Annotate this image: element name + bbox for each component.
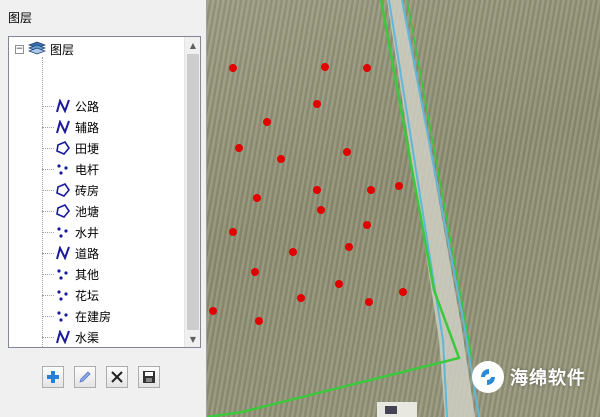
- survey-point: [343, 148, 351, 156]
- layer-item[interactable]: 道路: [42, 243, 99, 263]
- save-layer-button[interactable]: [138, 366, 160, 388]
- layers-stack-icon: [27, 41, 47, 58]
- delete-layer-button[interactable]: [106, 366, 128, 388]
- layer-item[interactable]: 其他: [42, 264, 99, 284]
- panel-title: 图层: [8, 11, 33, 25]
- survey-point: [253, 194, 261, 202]
- survey-point: [277, 155, 285, 163]
- layer-label: 砖房: [75, 183, 100, 198]
- survey-point: [229, 228, 237, 236]
- line-layer-icon: [56, 120, 70, 134]
- layer-toolbar: [42, 366, 160, 388]
- layer-tree-root[interactable]: − 图层: [15, 40, 74, 59]
- layer-item[interactable]: 辅路: [42, 117, 99, 137]
- building-window: [385, 406, 397, 414]
- layer-item[interactable]: 花坛: [42, 285, 99, 305]
- layer-label: 公路: [75, 99, 100, 114]
- layer-panel: 图层 − 图层 公路 辅路 田埂 电杆 砖房 池塘 水井 道路 其他 花坛 在建…: [0, 0, 207, 417]
- survey-point: [255, 317, 263, 325]
- point-layer-icon: [56, 267, 70, 281]
- watermark-logo-icon: [472, 361, 504, 393]
- layer-item[interactable]: 在建房: [42, 306, 111, 326]
- pencil-icon: [79, 371, 91, 383]
- line-layer-icon: [56, 246, 70, 260]
- survey-point: [367, 186, 375, 194]
- survey-point: [317, 206, 325, 214]
- layer-item[interactable]: 水渠: [42, 327, 99, 347]
- survey-points: [209, 63, 407, 325]
- edit-layer-button[interactable]: [74, 366, 96, 388]
- layer-label: 花坛: [75, 288, 100, 303]
- layer-item[interactable]: 池塘: [42, 201, 99, 221]
- layer-label: 在建房: [75, 309, 112, 324]
- polygon-layer-icon: [56, 204, 70, 218]
- line-layer-icon: [56, 99, 70, 113]
- layer-item[interactable]: 砖房: [42, 180, 99, 200]
- close-icon: [111, 371, 123, 383]
- layer-label: 水渠: [75, 330, 100, 345]
- survey-point: [313, 186, 321, 194]
- polygon-layer-icon: [56, 183, 70, 197]
- layer-item[interactable]: 田埂: [42, 138, 99, 158]
- layer-label: 其他: [75, 267, 100, 282]
- point-layer-icon: [56, 288, 70, 302]
- point-layer-icon: [56, 162, 70, 176]
- survey-point: [251, 268, 259, 276]
- point-layer-icon: [56, 309, 70, 323]
- scroll-up-icon[interactable]: ▲: [185, 37, 201, 53]
- survey-point: [363, 221, 371, 229]
- layer-tree[interactable]: − 图层 公路 辅路 田埂 电杆 砖房 池塘 水井 道路 其他 花坛 在建房 水…: [8, 36, 201, 348]
- survey-point: [365, 298, 373, 306]
- plus-icon: [47, 371, 59, 383]
- line-layer-icon: [56, 330, 70, 344]
- layer-label: 田埂: [75, 141, 100, 156]
- layer-label: 电杆: [75, 162, 100, 177]
- collapse-icon[interactable]: −: [15, 45, 24, 54]
- scrollbar-thumb[interactable]: [187, 54, 199, 330]
- survey-point: [297, 294, 305, 302]
- layer-item[interactable]: 电杆: [42, 159, 99, 179]
- layer-tree-content: − 图层 公路 辅路 田埂 电杆 砖房 池塘 水井 道路 其他 花坛 在建房 水…: [9, 37, 185, 347]
- survey-point: [289, 248, 297, 256]
- road-surface: [387, 0, 475, 417]
- watermark-text: 海绵软件: [510, 368, 586, 389]
- survey-point: [313, 100, 321, 108]
- survey-point: [229, 64, 237, 72]
- survey-point: [321, 63, 329, 71]
- layer-item[interactable]: 公路: [42, 96, 99, 116]
- save-icon: [143, 371, 155, 383]
- survey-point: [399, 288, 407, 296]
- root-label: 图层: [50, 43, 75, 57]
- survey-point: [363, 64, 371, 72]
- map-view[interactable]: 海绵软件: [207, 0, 600, 417]
- survey-point: [235, 144, 243, 152]
- layer-label: 水井: [75, 225, 100, 240]
- survey-point: [263, 118, 271, 126]
- survey-point: [335, 280, 343, 288]
- polygon-layer-icon: [56, 141, 70, 155]
- layer-label: 池塘: [75, 204, 100, 219]
- survey-point: [345, 243, 353, 251]
- scroll-down-icon[interactable]: ▼: [185, 331, 201, 347]
- layer-label: 道路: [75, 246, 100, 261]
- layer-label: 辅路: [75, 120, 100, 135]
- tree-scrollbar[interactable]: ▲ ▼: [184, 37, 200, 347]
- survey-point: [209, 307, 217, 315]
- layer-item[interactable]: 水井: [42, 222, 99, 242]
- survey-point: [395, 182, 403, 190]
- add-layer-button[interactable]: [42, 366, 64, 388]
- point-layer-icon: [56, 225, 70, 239]
- watermark: 海绵软件: [472, 347, 592, 407]
